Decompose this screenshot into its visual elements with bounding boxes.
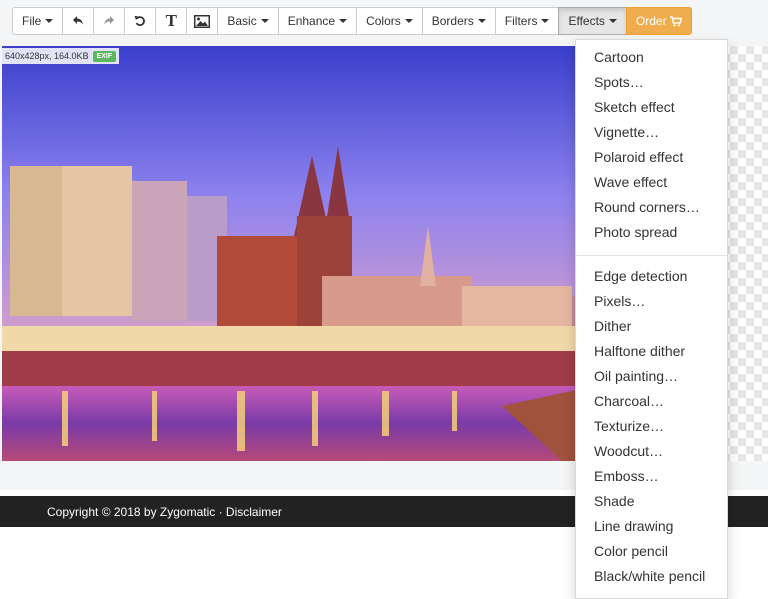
redo-arrow-icon bbox=[104, 16, 115, 25]
image-info-badge: 640x428px, 164.0KB EXIF bbox=[2, 48, 120, 64]
order-button[interactable]: Order bbox=[625, 7, 692, 35]
editor-toolbar: File T Basic Enhance Colors Borders Filt… bbox=[12, 7, 692, 35]
caret-down-icon bbox=[260, 19, 269, 23]
file-label: File bbox=[22, 14, 42, 28]
text-icon: T bbox=[165, 11, 178, 30]
menu-item-dither[interactable]: Dither bbox=[576, 314, 727, 339]
menu-item-sketch-effect[interactable]: Sketch effect bbox=[576, 95, 727, 120]
basic-menu-button[interactable]: Basic bbox=[217, 7, 279, 35]
effects-dropdown-menu: Cartoon Spots… Sketch effect Vignette… P… bbox=[575, 39, 728, 599]
menu-item-pixels[interactable]: Pixels… bbox=[576, 289, 727, 314]
edited-photo[interactable] bbox=[2, 46, 642, 461]
top-toolbar-bar: File T Basic Enhance Colors Borders Filt… bbox=[0, 0, 768, 43]
undo-arrow-icon bbox=[73, 16, 84, 25]
menu-item-photo-spread[interactable]: Photo spread bbox=[576, 220, 727, 245]
exif-badge[interactable]: EXIF bbox=[92, 50, 117, 62]
file-menu-button[interactable]: File bbox=[12, 7, 64, 35]
borders-label: Borders bbox=[431, 14, 474, 28]
menu-item-round-corners[interactable]: Round corners… bbox=[576, 195, 727, 220]
footer-copyright: Copyright © 2018 by Zygomatic · Disclaim… bbox=[47, 504, 282, 519]
enhance-menu-button[interactable]: Enhance bbox=[277, 7, 358, 35]
filters-menu-button[interactable]: Filters bbox=[494, 7, 560, 35]
menu-item-edge-detection[interactable]: Edge detection bbox=[576, 264, 727, 289]
colors-label: Colors bbox=[366, 14, 401, 28]
menu-item-vignette[interactable]: Vignette… bbox=[576, 120, 727, 145]
borders-menu-button[interactable]: Borders bbox=[421, 7, 496, 35]
menu-item-woodcut[interactable]: Woodcut… bbox=[576, 439, 727, 464]
menu-item-charcoal[interactable]: Charcoal… bbox=[576, 389, 727, 414]
menu-item-spots[interactable]: Spots… bbox=[576, 70, 727, 95]
caret-down-icon bbox=[541, 19, 550, 23]
menu-item-shade[interactable]: Shade bbox=[576, 489, 727, 514]
caret-down-icon bbox=[339, 19, 348, 23]
rotate-button[interactable] bbox=[124, 7, 157, 35]
menu-item-texturize[interactable]: Texturize… bbox=[576, 414, 727, 439]
colors-menu-button[interactable]: Colors bbox=[356, 7, 423, 35]
menu-item-polaroid-effect[interactable]: Polaroid effect bbox=[576, 145, 727, 170]
menu-item-color-pencil[interactable]: Color pencil bbox=[576, 539, 727, 564]
rotate-icon bbox=[134, 16, 146, 26]
image-icon bbox=[194, 14, 211, 28]
caret-down-icon bbox=[45, 19, 54, 23]
menu-item-emboss[interactable]: Emboss… bbox=[576, 464, 727, 489]
caret-down-icon bbox=[404, 19, 413, 23]
undo-button[interactable] bbox=[62, 7, 95, 35]
menu-item-line-drawing[interactable]: Line drawing bbox=[576, 514, 727, 539]
menu-divider bbox=[576, 255, 727, 256]
redo-button[interactable] bbox=[93, 7, 126, 35]
effects-menu-button[interactable]: Effects bbox=[558, 7, 627, 35]
filters-label: Filters bbox=[504, 14, 538, 28]
image-size-text: 640x428px, 164.0KB bbox=[5, 51, 89, 61]
effects-label: Effects bbox=[568, 14, 605, 28]
cart-icon bbox=[669, 15, 682, 26]
menu-item-halftone-dither[interactable]: Halftone dither bbox=[576, 339, 727, 364]
order-label: Order bbox=[635, 14, 667, 28]
add-image-button[interactable] bbox=[186, 7, 219, 35]
city-river-photo-illustration bbox=[2, 46, 642, 461]
menu-item-oil-painting[interactable]: Oil painting… bbox=[576, 364, 727, 389]
menu-item-black-white-pencil[interactable]: Black/white pencil bbox=[576, 564, 727, 589]
menu-item-cartoon[interactable]: Cartoon bbox=[576, 45, 727, 70]
basic-label: Basic bbox=[227, 14, 257, 28]
add-text-button[interactable]: T bbox=[155, 7, 188, 35]
menu-item-wave-effect[interactable]: Wave effect bbox=[576, 170, 727, 195]
caret-down-icon bbox=[477, 19, 486, 23]
caret-down-icon bbox=[608, 19, 617, 23]
enhance-label: Enhance bbox=[287, 14, 336, 28]
